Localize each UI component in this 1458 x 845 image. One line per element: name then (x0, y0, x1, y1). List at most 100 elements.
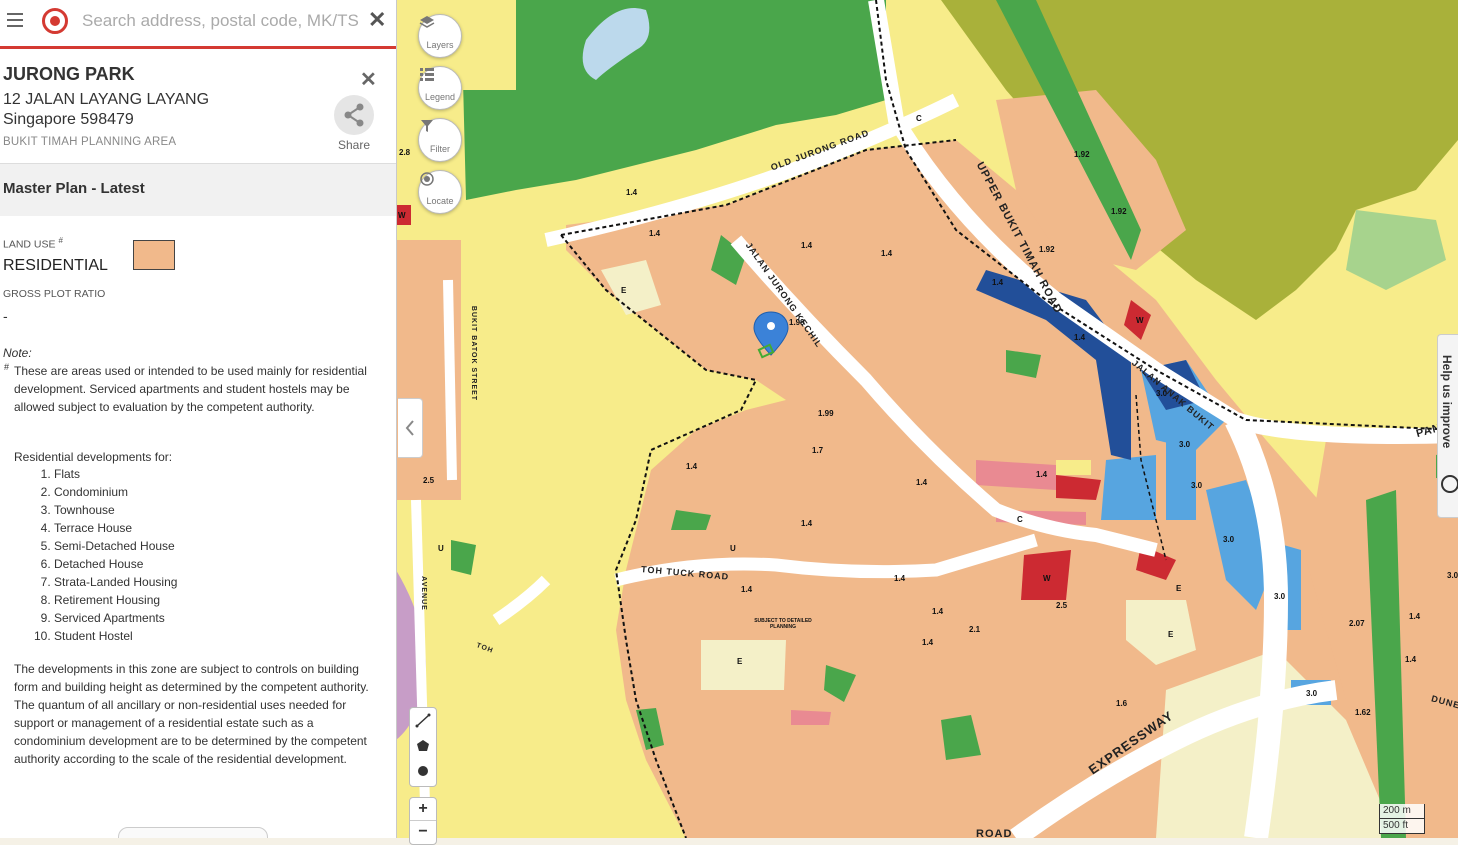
help-us-improve-label: Help us improve (1440, 355, 1454, 449)
plot-ratio-label: 1.4 (626, 188, 638, 197)
land-use-value: RESIDENTIAL (3, 257, 108, 274)
zone-letter: E (1176, 584, 1182, 593)
planning-area: BUKIT TIMAH PLANNING AREA (3, 136, 177, 148)
place-name: JURONG PARK (3, 64, 135, 84)
draw-circle-icon[interactable] (410, 760, 436, 786)
plot-ratio-label: 1.4 (1036, 470, 1048, 479)
share-icon (344, 103, 364, 127)
share-button[interactable] (334, 95, 374, 135)
plot-ratio-label: 1.4 (932, 607, 944, 616)
plot-ratio-label: 1.4 (686, 462, 698, 471)
search-bar: ✕ (0, 0, 396, 49)
plot-ratio-label: 3.0 (1179, 440, 1191, 449)
plot-ratio-label: 1.62 (1355, 708, 1371, 717)
scale-imperial: 500 ft (1379, 819, 1425, 834)
plot-ratio-label: 1.99 (818, 409, 834, 418)
filter-icon (421, 120, 433, 132)
note-footnote-mark: # (4, 362, 10, 372)
plot-ratio-label: 1.92 (1039, 245, 1055, 254)
search-input[interactable] (80, 8, 364, 34)
road-label-road: ROAD (976, 828, 1013, 838)
master-plan-header[interactable]: Master Plan - Latest (0, 164, 396, 216)
note-paragraph-1: These are areas used or intended to be u… (14, 364, 367, 414)
dev-intro: Residential developments for: (14, 450, 173, 464)
road-label-bukit-batok: BUKIT BATOK STREET (470, 305, 478, 402)
app-logo-icon (42, 8, 68, 34)
land-use-footnote-mark: # (58, 236, 63, 245)
plot-ratio-label: 3.0 (1223, 535, 1235, 544)
legend-icon (420, 68, 434, 81)
road-label-avenue: AVENUE (419, 576, 427, 611)
list-item: Serviced Apartments (54, 609, 177, 627)
subject-to-planning-label: SUBJECT TO DETAILED PLANNING (754, 618, 812, 630)
sidebar-panel: ✕ JURONG PARK 12 JALAN LAYANG LAYANG Sin… (0, 0, 397, 838)
zone-letter: E (737, 657, 743, 666)
list-item: Strata-Landed Housing (54, 573, 177, 591)
plot-ratio-label: 3.0 (1306, 689, 1318, 698)
plot-ratio-label: 1.4 (992, 278, 1004, 287)
draw-polygon-icon[interactable] (410, 734, 436, 760)
plot-ratio-label: 3.0 (1191, 481, 1203, 490)
list-item: Student Hostel (54, 627, 177, 645)
zoom-in-button[interactable]: + (410, 798, 436, 821)
note-paragraph-2: The developments in this zone are subjec… (14, 662, 369, 766)
collapse-sidebar-button[interactable] (398, 398, 423, 458)
locate-button[interactable]: Locate (418, 170, 462, 214)
plot-ratio-label: 2.8 (399, 148, 411, 157)
plot-ratio-label: 1.4 (649, 229, 661, 238)
gpr-label: GROSS PLOT RATIO (3, 288, 106, 300)
zone-letter: U (438, 544, 444, 553)
draw-tools (409, 707, 437, 787)
more-button[interactable] (118, 827, 268, 838)
land-use-label: LAND USE # (3, 236, 63, 251)
plot-ratio-label: 1.92 (1074, 150, 1090, 159)
legend-button[interactable]: Legend (418, 66, 462, 110)
gpr-value: - (3, 308, 8, 324)
plot-ratio-label: 1.4 (741, 585, 753, 594)
list-item: Detached House (54, 555, 177, 573)
dev-list: Flats Condominium Townhouse Terrace Hous… (14, 465, 177, 645)
locate-icon (420, 172, 434, 186)
plot-ratio-label: 1.4 (1405, 655, 1417, 664)
place-info: JURONG PARK 12 JALAN LAYANG LAYANG Singa… (0, 49, 396, 164)
zone-letter: W (1136, 316, 1144, 325)
draw-line-icon[interactable] (410, 708, 436, 734)
zone-letter: E (1168, 630, 1174, 639)
plot-ratio-label: 1.4 (922, 638, 934, 647)
help-us-improve-tab[interactable]: Help us improve (1437, 334, 1458, 518)
land-use-color-swatch (133, 240, 175, 270)
clear-search-icon[interactable]: ✕ (368, 7, 386, 33)
layers-label: Layers (426, 40, 454, 50)
filter-label: Filter (430, 144, 450, 154)
plot-ratio-label: 1.4 (1074, 333, 1086, 342)
land-use-map (396, 0, 1458, 838)
plot-ratio-label: 2.5 (423, 476, 435, 485)
plot-ratio-label: 2.1 (969, 625, 981, 634)
close-place-icon[interactable]: ✕ (360, 67, 377, 92)
plot-ratio-label: 1.4 (801, 519, 813, 528)
map-canvas[interactable]: 1.4 1.4 1.4 1.99 1.99 1.7 1.4 1.4 1.4 1.… (396, 0, 1458, 838)
plot-ratio-label: 1.4 (801, 241, 813, 250)
zone-letter: C (1017, 515, 1023, 524)
note-title: Note: (3, 346, 32, 360)
plot-ratio-label: 1.92 (1111, 207, 1127, 216)
legend-label: Legend (424, 92, 456, 102)
plot-ratio-label: 2.07 (1349, 619, 1365, 628)
plot-ratio-label: 1.7 (812, 446, 824, 455)
list-item: Retirement Housing (54, 591, 177, 609)
filter-button[interactable]: Filter (418, 118, 462, 162)
plot-ratio-label: 1.6 (1116, 699, 1128, 708)
zone-letter: E (621, 286, 627, 295)
layers-button[interactable]: Layers (418, 14, 462, 58)
smiley-icon (1441, 475, 1458, 493)
master-plan-title: Master Plan - Latest (3, 180, 145, 197)
zoom-out-button[interactable]: − (410, 821, 436, 843)
menu-icon[interactable] (7, 13, 23, 27)
list-item: Condominium (54, 483, 177, 501)
plot-ratio-label: 1.4 (1409, 612, 1421, 621)
list-item: Townhouse (54, 501, 177, 519)
address-line-2: Singapore 598479 (3, 111, 134, 128)
plot-ratio-label: 3.0 (1447, 571, 1458, 580)
layers-icon (419, 16, 435, 28)
scale-metric: 200 m (1379, 804, 1425, 819)
